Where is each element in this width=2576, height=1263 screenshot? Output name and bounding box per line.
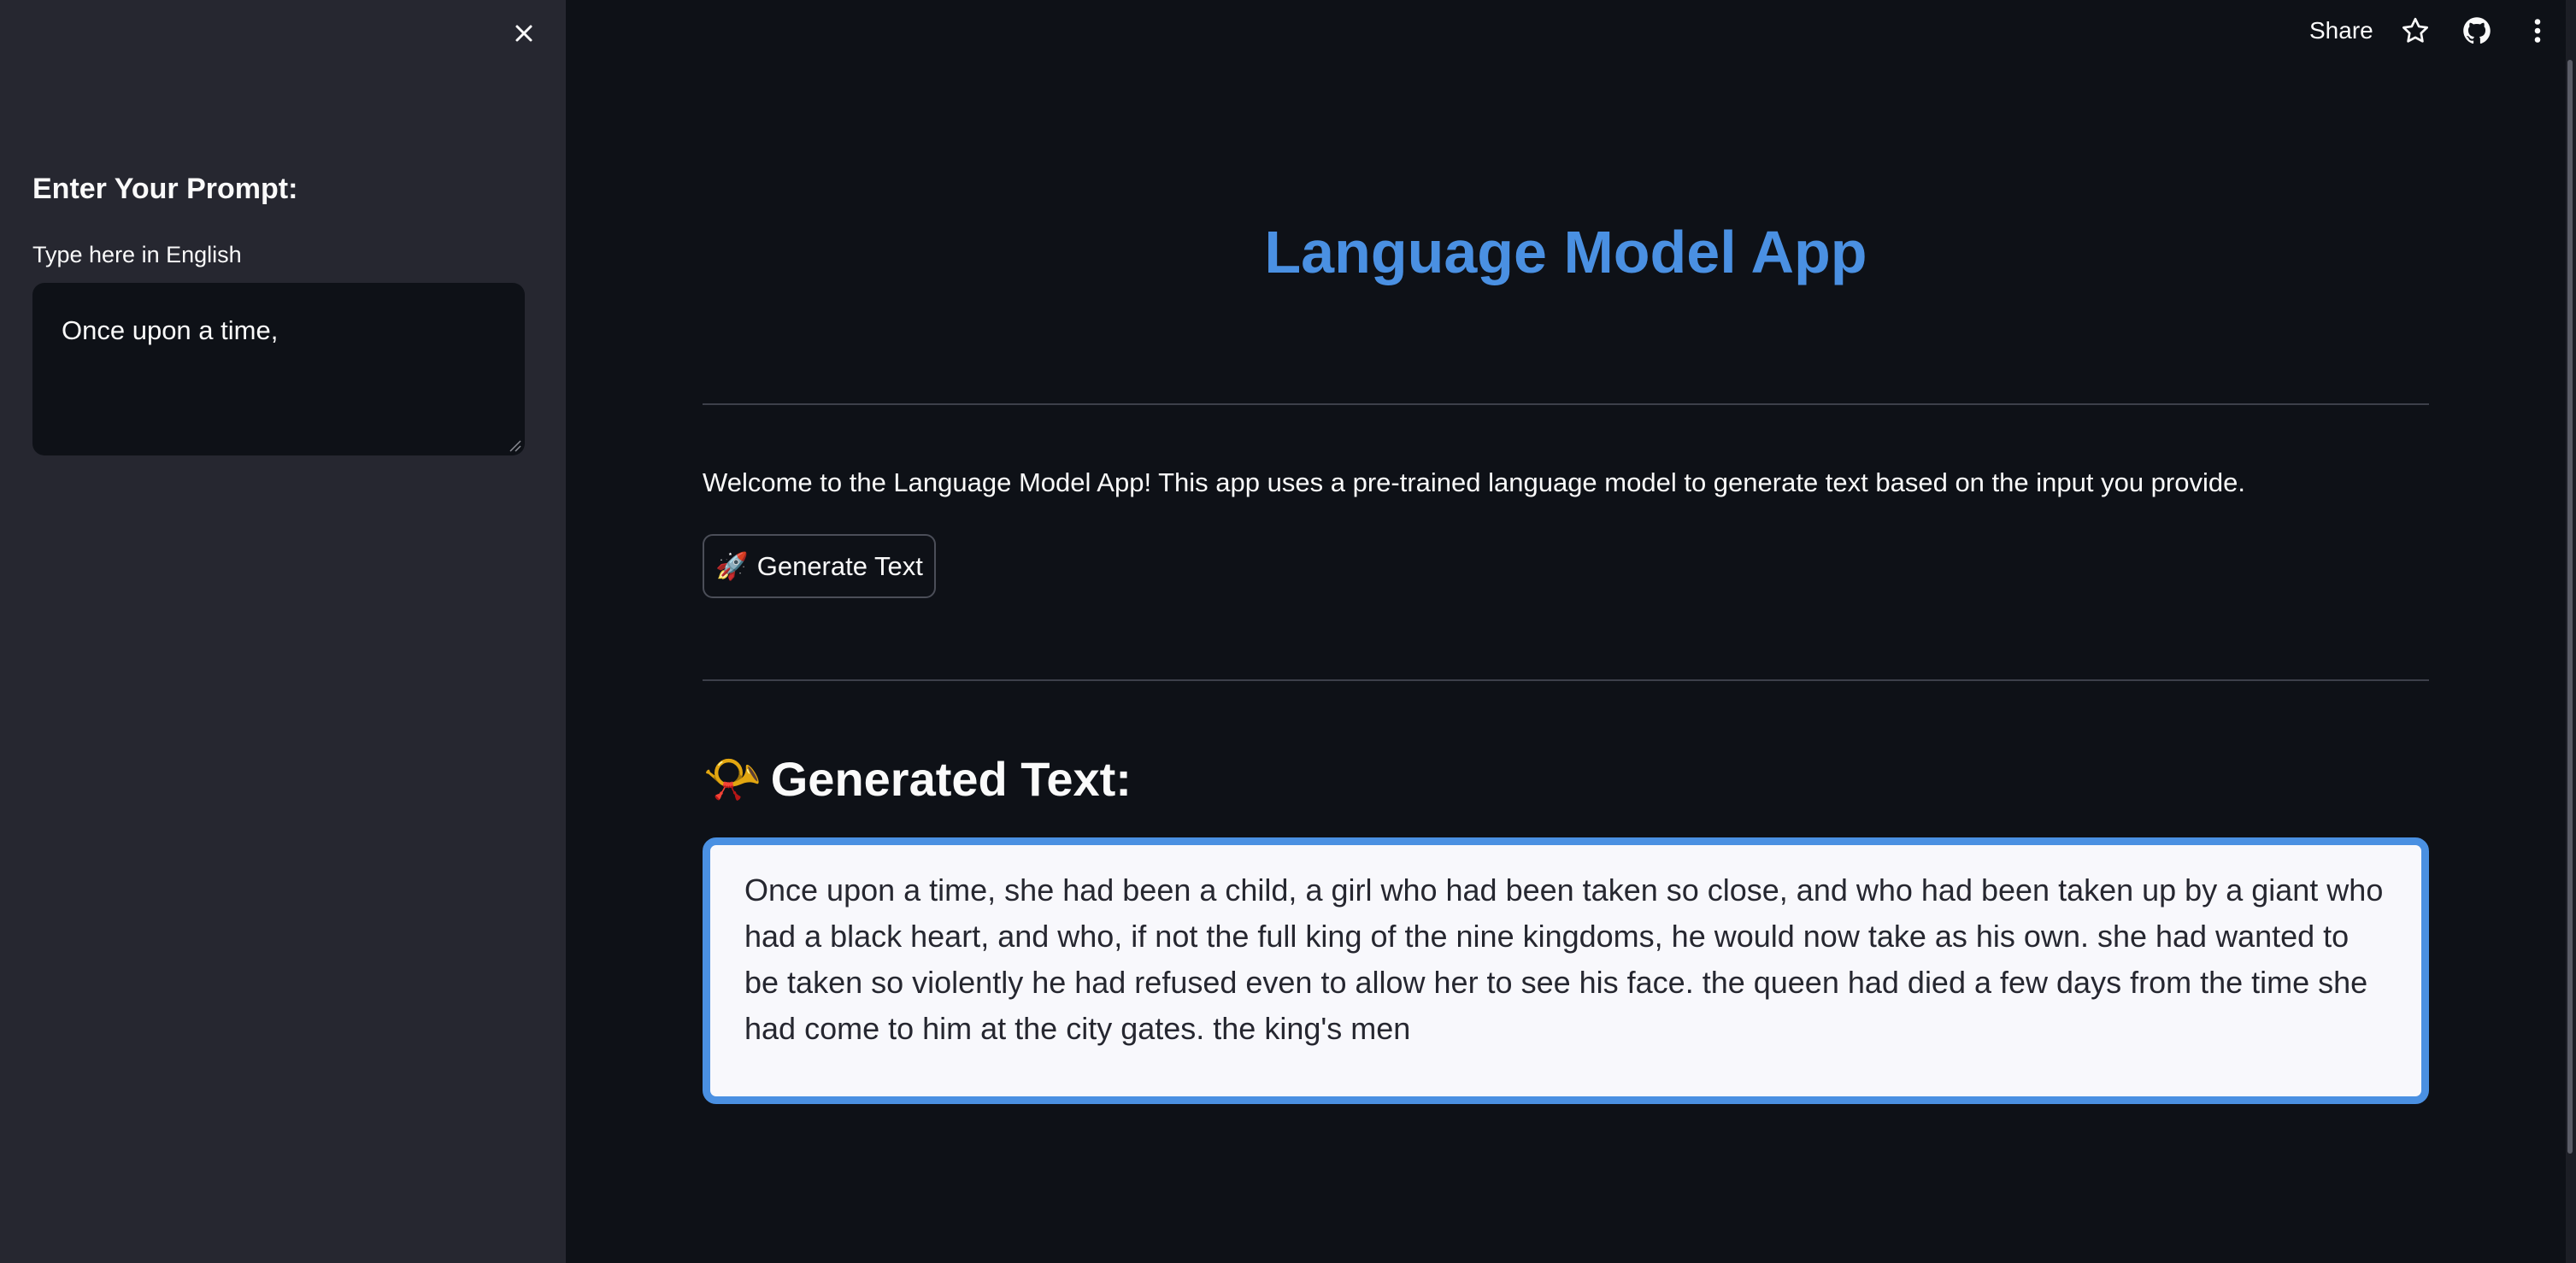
welcome-text: Welcome to the Language Model App! This …: [703, 467, 2245, 497]
prompt-field-label: Type here in English: [32, 242, 242, 267]
sidebar-heading: Enter Your Prompt:: [32, 173, 298, 205]
generate-text-button[interactable]: 🚀 Generate Text: [703, 534, 936, 598]
divider: [703, 679, 2429, 681]
resize-handle-icon[interactable]: [508, 438, 521, 452]
prompt-textarea-value: Once upon a time,: [62, 315, 279, 345]
sidebar: Enter Your Prompt: Type here in English …: [0, 0, 566, 1263]
rocket-icon: 🚀: [715, 551, 749, 581]
postal-horn-icon: 📯: [703, 752, 762, 806]
scrollbar[interactable]: [2566, 0, 2576, 1263]
generated-text-heading-label: Generated Text:: [770, 752, 1132, 806]
divider: [703, 403, 2429, 405]
page-title: Language Model App: [1264, 219, 1867, 285]
star-icon[interactable]: [2400, 15, 2431, 46]
generated-text-content: Once upon a time, she had been a child, …: [744, 872, 2384, 1046]
github-icon[interactable]: [2461, 15, 2492, 46]
kebab-menu-icon[interactable]: [2522, 15, 2553, 46]
generate-text-label: Generate Text: [756, 550, 923, 581]
generated-text-heading: 📯 Generated Text:: [703, 745, 1132, 814]
generated-text-output: Once upon a time, she had been a child, …: [703, 837, 2429, 1104]
prompt-textarea[interactable]: Once upon a time,: [32, 283, 525, 455]
close-icon[interactable]: [509, 19, 538, 48]
scrollbar-thumb[interactable]: [2567, 60, 2573, 1154]
share-button[interactable]: Share: [2309, 14, 2373, 48]
